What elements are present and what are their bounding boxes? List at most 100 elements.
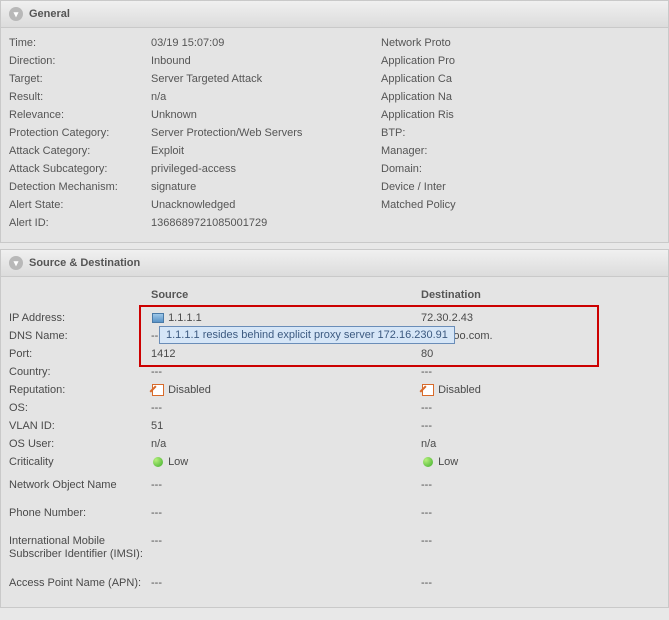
- sd-dest-value: Disabled: [421, 384, 581, 396]
- field-value: privileged-access: [151, 163, 381, 175]
- sd-field-label: Phone Number:: [9, 507, 151, 519]
- sd-field-label: Access Point Name (APN):: [9, 577, 151, 589]
- status-dot-icon: [151, 456, 165, 468]
- sd-source-value: ---: [151, 535, 421, 547]
- field-label: Alert ID:: [9, 217, 151, 229]
- general-row: Target:Server Targeted AttackApplication…: [9, 70, 660, 88]
- field-label: Detection Mechanism:: [9, 181, 151, 193]
- disabled-icon: [151, 384, 165, 396]
- sd-dest-value: ---: [421, 366, 581, 378]
- field-label: Time:: [9, 37, 151, 49]
- status-dot-icon: [421, 456, 435, 468]
- field-label: Attack Subcategory:: [9, 163, 151, 175]
- field-value: 03/19 15:07:09: [151, 37, 381, 49]
- sd-source-value: n/a: [151, 438, 421, 450]
- sd-row: OS User:n/an/a: [9, 435, 660, 453]
- sd-field-label: Criticality: [9, 456, 151, 468]
- sd-row: Phone Number:------: [9, 499, 660, 527]
- sd-source-value: ---: [151, 507, 421, 519]
- source-destination-panel: ▾ Source & Destination Source Destinatio…: [0, 249, 669, 608]
- sd-field-label: VLAN ID:: [9, 420, 151, 432]
- field-right: Device / Inter: [381, 181, 660, 193]
- general-header[interactable]: ▾ General: [1, 1, 668, 28]
- sd-title: Source & Destination: [29, 257, 140, 269]
- field-value: n/a: [151, 91, 381, 103]
- collapse-icon[interactable]: ▾: [9, 256, 23, 270]
- sd-row: Network Object Name------: [9, 471, 660, 499]
- field-right: Application Na: [381, 91, 660, 103]
- general-title: General: [29, 8, 70, 20]
- disabled-icon: [421, 384, 435, 396]
- sd-row: Access Point Name (APN):------: [9, 569, 660, 597]
- general-row: Attack Subcategory:privileged-accessDoma…: [9, 160, 660, 178]
- sd-field-label: Reputation:: [9, 384, 151, 396]
- general-row: Protection Category:Server Protection/We…: [9, 124, 660, 142]
- general-row: Relevance:UnknownApplication Ris: [9, 106, 660, 124]
- field-label: Direction:: [9, 55, 151, 67]
- sd-column-headers: Source Destination: [9, 283, 660, 309]
- sd-field-label: OS:: [9, 402, 151, 414]
- sd-dest-value: ---: [421, 535, 581, 547]
- proxy-tooltip: 1.1.1.1 resides behind explicit proxy se…: [159, 326, 455, 344]
- field-label: Target:: [9, 73, 151, 85]
- host-icon: [151, 312, 165, 324]
- sd-dest-value: n/a: [421, 438, 581, 450]
- general-row: Direction:InboundApplication Pro: [9, 52, 660, 70]
- field-value: Inbound: [151, 55, 381, 67]
- sd-body: Source Destination IP Address: 1.1.1.172…: [1, 277, 668, 607]
- sd-dest-value: Low: [421, 456, 581, 468]
- field-label: Attack Category:: [9, 145, 151, 157]
- field-value: Unknown: [151, 109, 381, 121]
- sd-dest-value: ---: [421, 420, 581, 432]
- sd-row: Reputation: Disabled Disabled: [9, 381, 660, 399]
- col-source: Source: [151, 289, 421, 301]
- general-row: Alert State:UnacknowledgedMatched Policy: [9, 196, 660, 214]
- field-right: Manager:: [381, 145, 660, 157]
- sd-source-value: ---: [151, 577, 421, 589]
- sd-source-value: ---: [151, 479, 421, 491]
- sd-source-value: 51: [151, 420, 421, 432]
- field-right: Application Ris: [381, 109, 660, 121]
- sd-dest-value: ---: [421, 577, 581, 589]
- sd-field-label: IP Address:: [9, 312, 151, 324]
- sd-row: Port:141280: [9, 345, 660, 363]
- sd-source-value: ---: [151, 402, 421, 414]
- general-row: Time:03/19 15:07:09Network Proto: [9, 34, 660, 52]
- sd-row: Country:------: [9, 363, 660, 381]
- sd-row: Criticality Low Low: [9, 453, 660, 471]
- general-panel: ▾ General Time:03/19 15:07:09Network Pro…: [0, 0, 669, 243]
- general-row: Alert ID:1368689721085001729: [9, 214, 660, 232]
- col-destination: Destination: [421, 289, 581, 301]
- general-row: Result:n/aApplication Na: [9, 88, 660, 106]
- collapse-icon[interactable]: ▾: [9, 7, 23, 21]
- field-value: Server Protection/Web Servers: [151, 127, 381, 139]
- field-label: Alert State:: [9, 199, 151, 211]
- field-label: Relevance:: [9, 109, 151, 121]
- field-label: Protection Category:: [9, 127, 151, 139]
- sd-row: IP Address: 1.1.1.172.30.2.43: [9, 309, 660, 327]
- field-value: Server Targeted Attack: [151, 73, 381, 85]
- field-right: Network Proto: [381, 37, 660, 49]
- sd-dest-value: ---: [421, 402, 581, 414]
- field-right: Application Ca: [381, 73, 660, 85]
- sd-dest-value: ---: [421, 507, 581, 519]
- sd-header[interactable]: ▾ Source & Destination: [1, 250, 668, 277]
- sd-dest-value: 80: [421, 348, 581, 360]
- field-right: Matched Policy: [381, 199, 660, 211]
- sd-row: OS:------: [9, 399, 660, 417]
- field-label: Result:: [9, 91, 151, 103]
- field-value: Unacknowledged: [151, 199, 381, 211]
- sd-row: VLAN ID:51---: [9, 417, 660, 435]
- sd-field-label: OS User:: [9, 438, 151, 450]
- field-right: BTP:: [381, 127, 660, 139]
- sd-field-label: DNS Name:: [9, 330, 151, 342]
- sd-source-value: 1.1.1.1: [151, 312, 421, 324]
- field-right: Domain:: [381, 163, 660, 175]
- sd-source-value: 1412: [151, 348, 421, 360]
- sd-row: International Mobile Subscriber Identifi…: [9, 527, 660, 569]
- sd-field-label: Country:: [9, 366, 151, 378]
- sd-field-label: Network Object Name: [9, 479, 151, 491]
- sd-field-label: Port:: [9, 348, 151, 360]
- field-value: signature: [151, 181, 381, 193]
- sd-source-value: Low: [151, 456, 421, 468]
